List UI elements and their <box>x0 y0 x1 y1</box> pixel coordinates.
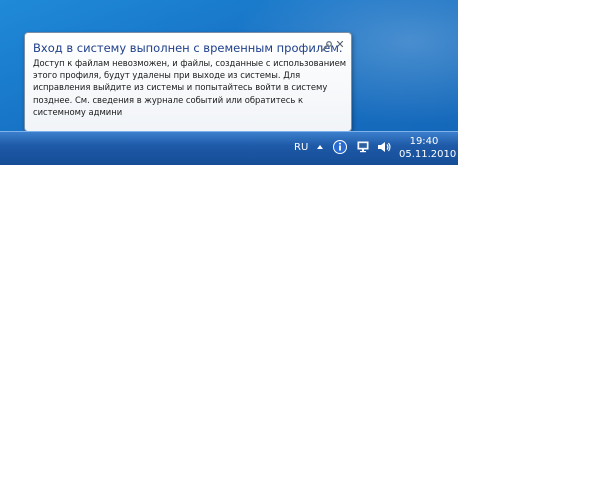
desktop-screen: Вход в систему выполнен с временным проф… <box>0 0 458 165</box>
notification-balloon[interactable]: Вход в систему выполнен с временным проф… <box>24 32 352 132</box>
close-icon[interactable]: ✕ <box>334 38 346 52</box>
system-clock[interactable]: 19:40 05.11.2010 <box>399 135 457 161</box>
network-icon[interactable] <box>356 139 372 155</box>
notification-title: Вход в систему выполнен с временным проф… <box>33 41 343 55</box>
taskbar: RU 19:40 05.11.2010 <box>0 131 458 165</box>
show-hidden-icons-arrow[interactable] <box>317 145 323 149</box>
notification-message: Доступ к файлам невозможен, и файлы, соз… <box>33 58 347 117</box>
volume-icon[interactable] <box>376 139 392 155</box>
wrench-icon[interactable] <box>321 40 333 52</box>
clock-time: 19:40 <box>409 136 439 147</box>
language-indicator[interactable]: RU <box>294 142 308 153</box>
clock-date: 05.11.2010 <box>399 149 457 160</box>
info-icon[interactable] <box>332 139 348 155</box>
